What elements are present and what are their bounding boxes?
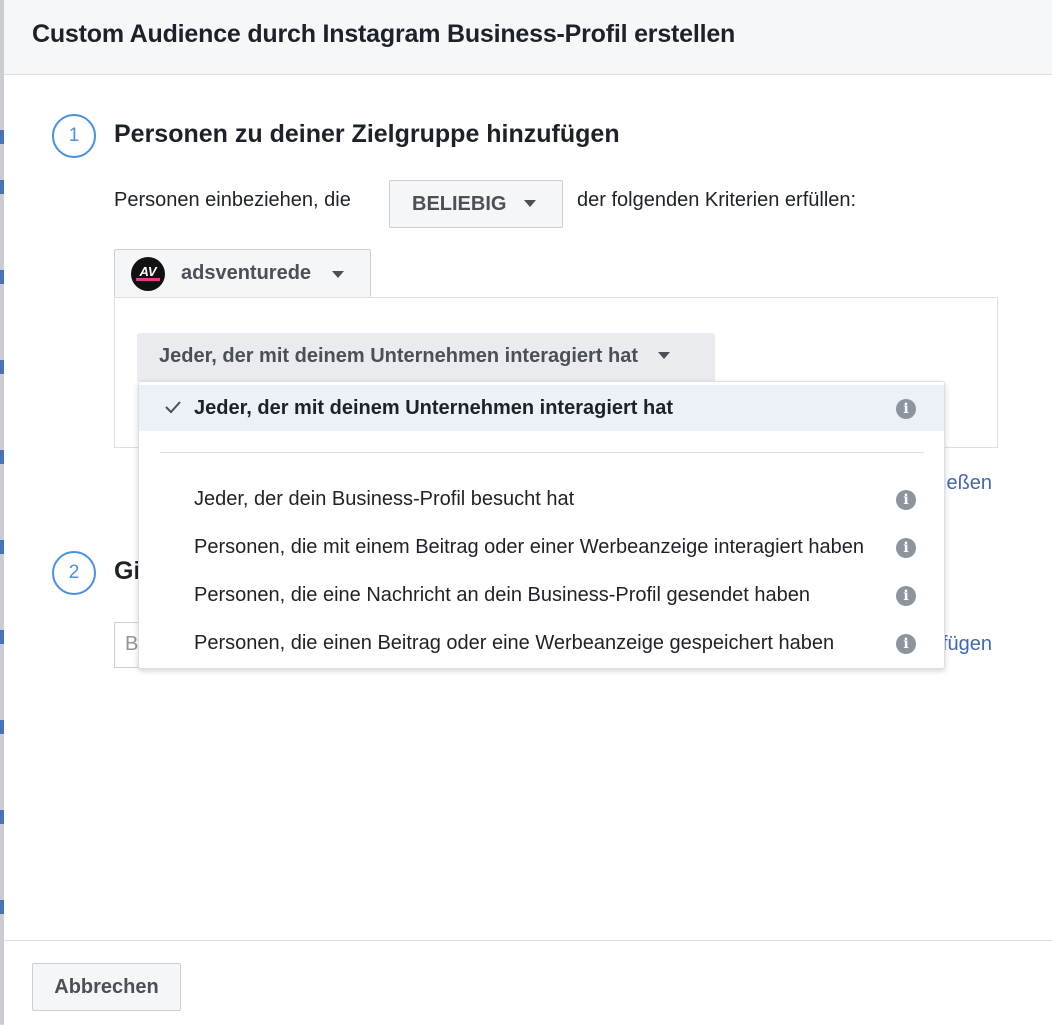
- step-1-number: 1: [52, 114, 96, 158]
- step-1-title: Personen zu deiner Zielgruppe hinzufügen: [114, 120, 620, 148]
- exclude-link[interactable]: ießen: [942, 472, 992, 495]
- dropdown-option-label: Personen, die eine Nachricht an dein Bus…: [194, 584, 810, 606]
- info-icon[interactable]: i: [896, 490, 916, 510]
- avatar-logo-text: AV: [139, 264, 157, 279]
- include-any-label: BELIEBIG: [412, 193, 507, 215]
- info-icon[interactable]: i: [896, 586, 916, 606]
- caret-down-icon: [524, 199, 537, 207]
- step-2-number: 2: [52, 551, 96, 595]
- dropdown-option-post-ad-savers[interactable]: Personen, die einen Beitrag oder eine We…: [139, 620, 944, 666]
- step-2-title: Gi: [114, 557, 141, 585]
- account-avatar: AV: [131, 257, 165, 291]
- dropdown-option-label: Jeder, der dein Business-Profil besucht …: [194, 488, 575, 510]
- dropdown-option-all-engaged[interactable]: Jeder, der mit deinem Unternehmen intera…: [139, 385, 944, 431]
- engagement-dropdown-menu: Jeder, der mit deinem Unternehmen intera…: [138, 381, 945, 669]
- caret-down-icon: [657, 351, 670, 359]
- add-description-link[interactable]: fügen: [942, 633, 992, 656]
- dropdown-option-post-ad-engagers[interactable]: Personen, die mit einem Beitrag oder ein…: [139, 524, 944, 570]
- engagement-type-label: Jeder, der mit deinem Unternehmen intera…: [159, 345, 639, 367]
- engagement-type-dropdown[interactable]: Jeder, der mit deinem Unternehmen intera…: [137, 333, 715, 381]
- account-name: adsventurede: [181, 262, 312, 284]
- dropdown-option-profile-visitors[interactable]: Jeder, der dein Business-Profil besucht …: [139, 476, 944, 522]
- caret-down-icon: [332, 271, 344, 278]
- include-prefix-text: Personen einbeziehen, die: [114, 189, 351, 211]
- info-icon[interactable]: i: [896, 634, 916, 654]
- menu-divider: [160, 452, 924, 453]
- dialog-title: Custom Audience durch Instagram Business…: [32, 20, 736, 48]
- dropdown-option-message-senders[interactable]: Personen, die eine Nachricht an dein Bus…: [139, 572, 944, 618]
- dialog-header: Custom Audience durch Instagram Business…: [4, 0, 1052, 75]
- dropdown-option-label: Jeder, der mit deinem Unternehmen intera…: [194, 397, 674, 419]
- custom-audience-dialog: Custom Audience durch Instagram Business…: [4, 0, 1052, 1025]
- info-icon[interactable]: i: [896, 538, 916, 558]
- include-any-dropdown[interactable]: BELIEBIG: [389, 180, 563, 228]
- avatar-logo-stripe: [136, 278, 160, 281]
- dropdown-option-label: Personen, die mit einem Beitrag oder ein…: [194, 536, 865, 558]
- include-suffix-text: der folgenden Kriterien erfüllen:: [577, 189, 857, 211]
- account-selector[interactable]: AV adsventurede: [114, 249, 371, 297]
- info-icon[interactable]: i: [896, 399, 916, 419]
- dropdown-option-label: Personen, die einen Beitrag oder eine We…: [194, 632, 835, 654]
- checkmark-icon: [165, 401, 181, 414]
- dialog-footer: Abbrechen: [4, 940, 1052, 1025]
- cancel-button[interactable]: Abbrechen: [32, 963, 181, 1011]
